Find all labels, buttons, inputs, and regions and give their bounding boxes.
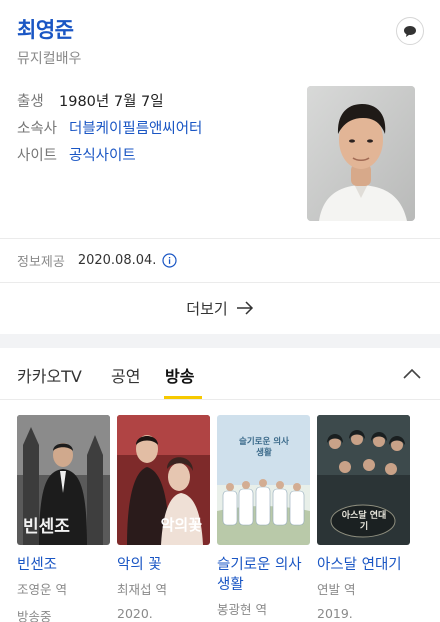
work-list: 빈센조 빈센조 조영운 역 방송중 악의꽃 악의 꽃 최재섭 역 2020. 슬… [0,400,440,622]
chevron-up-icon[interactable] [402,364,422,384]
info-site-label: 사이트 [17,148,58,164]
more-button[interactable]: 더보기 [0,282,440,334]
poster-title-text: 아스달 연대기 [341,511,387,532]
info-source-date: 2020.08.04. [77,253,157,268]
work-role: 최재섭 역 [117,582,167,597]
work-title[interactable]: 슬기로운 의사생활 [217,555,310,595]
info-birth-label: 출생 [17,94,44,110]
info-agency-link[interactable]: 더블케이필름앤씨어터 [69,117,202,138]
tab-broadcast[interactable]: 방송 [165,363,194,387]
work-role: 연발 역 [317,582,356,597]
work-card[interactable]: 빈센조 빈센조 조영운 역 방송중 [17,415,110,622]
person-name[interactable]: 최영준 [17,14,74,44]
work-card[interactable]: 슬기로운 의사생활 슬기로운 의사생활 봉광현 역 [217,415,310,618]
work-year: 2019. [317,606,353,621]
poster-title-text: 슬기로운 의사생활 [239,437,289,458]
work-title[interactable]: 악의 꽃 [117,555,210,575]
profile-card: 최영준 뮤지컬배우 출생 1980년 7월 7일 소속사 더블케이필름앤씨어터 … [0,0,440,238]
filmography-tabs: 카카오TV 공연 방송 [0,348,440,399]
info-agency: 소속사 더블케이필름앤씨어터 [17,117,202,138]
work-role: 조영운 역 [17,582,67,597]
work-year: 2020. [117,606,153,621]
work-title[interactable]: 아스달 연대기 [317,555,410,575]
work-card[interactable]: 악의꽃 악의 꽃 최재섭 역 2020. [117,415,210,621]
info-agency-label: 소속사 [17,121,58,137]
profile-photo[interactable] [307,86,415,221]
info-site: 사이트 공식사이트 [17,144,136,165]
person-occupation: 뮤지컬배우 [17,51,82,67]
tab-kakaotv[interactable]: 카카오TV [17,363,82,387]
poster-vincenzo[interactable]: 빈센조 [17,415,110,545]
tab-performance[interactable]: 공연 [111,363,140,387]
poster-title-text: 빈센조 [23,517,70,537]
arrow-right-icon [236,301,253,315]
info-source-label: 정보제공 [17,255,65,270]
work-card[interactable]: 아스달 연대기 아스달 연대기 연발 역 2019. [317,415,410,621]
info-birth-value: 1980년 7월 7일 [59,94,164,110]
chat-bubble-icon [404,25,416,37]
poster-arthdal-chronicles[interactable]: 아스달 연대기 [317,415,410,545]
more-button-label: 더보기 [186,299,228,318]
info-icon[interactable] [162,253,178,268]
work-status: 방송중 [17,609,52,622]
poster-flower-of-evil[interactable]: 악의꽃 [117,415,210,545]
work-title[interactable]: 빈센조 [17,555,110,575]
info-site-link[interactable]: 공식사이트 [69,144,136,165]
poster-title-text: 악의꽃 [160,516,202,534]
info-source: 정보제공 2020.08.04. [17,251,178,270]
share-button[interactable] [396,17,424,45]
section-gap [0,334,440,348]
info-birth: 출생 1980년 7월 7일 [17,90,164,111]
work-role: 봉광현 역 [217,602,267,617]
divider [0,238,440,239]
poster-hospital-playlist[interactable]: 슬기로운 의사생활 [217,415,310,545]
